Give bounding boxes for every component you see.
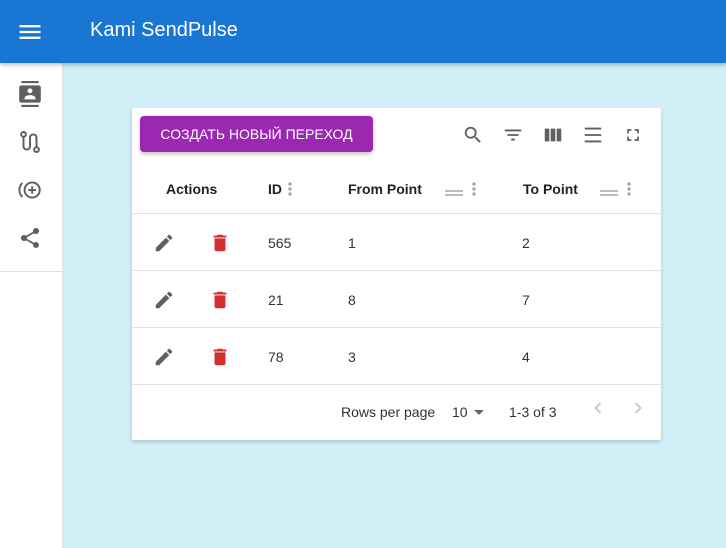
share-icon	[18, 226, 42, 255]
cell-to-point: 4	[522, 349, 530, 365]
contacts-icon	[17, 80, 43, 112]
column-drag-handle-icon[interactable]	[445, 185, 463, 196]
edit-icon[interactable]	[152, 231, 176, 255]
column-header-to-point[interactable]: To Point	[523, 181, 578, 197]
sidebar-item-contacts[interactable]	[15, 80, 45, 112]
delete-icon[interactable]	[208, 345, 232, 369]
column-header-from-point[interactable]: From Point	[348, 181, 422, 197]
delete-icon[interactable]	[208, 288, 232, 312]
cell-to-point: 7	[522, 292, 530, 308]
cell-from-point: 1	[348, 235, 356, 251]
table-row: 565 1 2	[132, 214, 661, 271]
app-title: Kami SendPulse	[90, 19, 238, 41]
sidebar	[0, 63, 63, 548]
add-circle-icon	[17, 177, 43, 208]
column-header-actions: Actions	[166, 181, 218, 197]
data-table-card: СОЗДАТЬ НОВЫЙ ПЕРЕХОД Actions ID From Po…	[132, 108, 661, 440]
menu-icon[interactable]	[16, 18, 44, 46]
delete-icon[interactable]	[208, 231, 232, 255]
rows-per-page-select[interactable]: 10	[450, 400, 490, 424]
pagination-range: 1-3 of 3	[509, 404, 557, 420]
sidebar-divider	[0, 271, 62, 272]
search-icon[interactable]	[461, 123, 485, 147]
column-menu-icon[interactable]	[624, 179, 634, 199]
column-header-id[interactable]: ID	[268, 181, 282, 197]
cell-from-point: 3	[348, 349, 356, 365]
edit-icon[interactable]	[152, 345, 176, 369]
cell-id: 78	[268, 349, 284, 365]
dropdown-arrow-icon	[474, 410, 484, 415]
fullscreen-icon[interactable]	[621, 123, 645, 147]
rows-per-page-label: Rows per page	[341, 404, 436, 420]
cell-to-point: 2	[522, 235, 530, 251]
edit-icon[interactable]	[152, 288, 176, 312]
footer-divider	[132, 384, 661, 385]
app-bar: Kami SendPulse	[0, 0, 726, 63]
density-icon[interactable]	[581, 123, 605, 147]
column-menu-icon[interactable]	[285, 179, 295, 199]
filter-icon[interactable]	[501, 123, 525, 147]
table-row: 78 3 4	[132, 328, 661, 385]
cell-from-point: 8	[348, 292, 356, 308]
cell-id: 565	[268, 235, 292, 251]
chevron-left-icon	[587, 397, 609, 424]
next-page-button[interactable]	[626, 398, 650, 422]
columns-icon[interactable]	[541, 123, 565, 147]
rows-per-page-value: 10	[452, 404, 468, 420]
create-transition-button[interactable]: СОЗДАТЬ НОВЫЙ ПЕРЕХОД	[140, 116, 373, 152]
sidebar-item-share[interactable]	[15, 225, 45, 255]
sidebar-item-add[interactable]	[15, 177, 45, 207]
route-icon	[17, 129, 43, 160]
column-menu-icon[interactable]	[469, 179, 479, 199]
previous-page-button[interactable]	[586, 398, 610, 422]
chevron-right-icon	[627, 397, 649, 424]
table-row: 21 8 7	[132, 271, 661, 328]
sidebar-item-routes[interactable]	[15, 129, 45, 159]
cell-id: 21	[268, 292, 284, 308]
column-drag-handle-icon[interactable]	[600, 185, 618, 196]
